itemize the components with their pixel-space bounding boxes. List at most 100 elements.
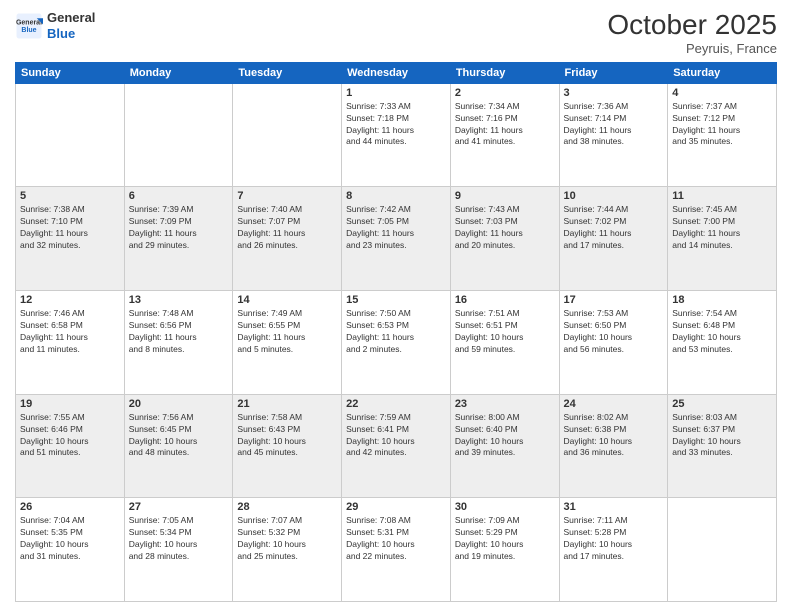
day-number: 29 (346, 501, 446, 513)
calendar-week-5: 26 Sunrise: 7:04 AM Sunset: 5:35 PM Dayli… (16, 498, 777, 602)
table-row: 27 Sunrise: 7:05 AM Sunset: 5:34 PM Dayli… (124, 498, 233, 602)
day-content: Sunrise: 7:04 AM Sunset: 5:35 PM Dayligh… (20, 515, 120, 563)
table-row: 7 Sunrise: 7:40 AM Sunset: 7:07 PM Daylig… (233, 187, 342, 291)
day-content: Sunrise: 7:43 AM Sunset: 7:03 PM Dayligh… (455, 204, 555, 252)
day-content: Sunrise: 7:09 AM Sunset: 5:29 PM Dayligh… (455, 515, 555, 563)
table-row: 8Sunrise: 7:42 AM Sunset: 7:05 PM Daylig… (342, 187, 451, 291)
page: General Blue General Blue October 2025 P… (0, 0, 792, 612)
day-content: Sunrise: 7:33 AM Sunset: 7:18 PM Dayligh… (346, 101, 446, 149)
calendar-header-row: Sunday Monday Tuesday Wednesday Thursday… (16, 62, 777, 83)
day-content: Sunrise: 7:44 AM Sunset: 7:02 PM Dayligh… (564, 204, 664, 252)
table-row: 9 Sunrise: 7:43 AM Sunset: 7:03 PM Daylig… (450, 187, 559, 291)
logo-line1: General (47, 10, 95, 26)
day-number: 28 (237, 501, 337, 513)
day-number: 14 (237, 294, 337, 306)
table-row: 11 Sunrise: 7:45 AM Sunset: 7:00 PM Dayli… (668, 187, 777, 291)
day-content: Sunrise: 7:05 AM Sunset: 5:34 PM Dayligh… (129, 515, 229, 563)
table-row (233, 83, 342, 187)
col-wednesday: Wednesday (342, 62, 451, 83)
table-row: 22 Sunrise: 7:59 AM Sunset: 6:41 PM Dayli… (342, 394, 451, 498)
day-number: 10 (564, 190, 664, 202)
table-row (124, 83, 233, 187)
col-monday: Monday (124, 62, 233, 83)
day-number: 30 (455, 501, 555, 513)
day-content: Sunrise: 7:58 AM Sunset: 6:43 PM Dayligh… (237, 412, 337, 460)
day-content: Sunrise: 7:53 AM Sunset: 6:50 PM Dayligh… (564, 308, 664, 356)
day-number: 27 (129, 501, 229, 513)
table-row: 14 Sunrise: 7:49 AM Sunset: 6:55 PM Dayli… (233, 291, 342, 395)
day-content: Sunrise: 7:11 AM Sunset: 5:28 PM Dayligh… (564, 515, 664, 563)
day-content: Sunrise: 8:03 AM Sunset: 6:37 PM Dayligh… (672, 412, 772, 460)
day-number: 23 (455, 398, 555, 410)
logo-text: General Blue (47, 10, 95, 41)
location: Peyruis, France (607, 41, 777, 56)
calendar-week-1: 1 Sunrise: 7:33 AM Sunset: 7:18 PM Daylig… (16, 83, 777, 187)
day-number: 15 (346, 294, 446, 306)
day-content: Sunrise: 7:39 AM Sunset: 7:09 PM Dayligh… (129, 204, 229, 252)
col-thursday: Thursday (450, 62, 559, 83)
calendar-week-4: 19 Sunrise: 7:55 AM Sunset: 6:46 PM Dayli… (16, 394, 777, 498)
day-content: Sunrise: 7:55 AM Sunset: 6:46 PM Dayligh… (20, 412, 120, 460)
day-number: 5 (20, 190, 120, 202)
day-content: Sunrise: 7:45 AM Sunset: 7:00 PM Dayligh… (672, 204, 772, 252)
table-row: 6Sunrise: 7:39 AM Sunset: 7:09 PM Daylig… (124, 187, 233, 291)
table-row: 10 Sunrise: 7:44 AM Sunset: 7:02 PM Dayli… (559, 187, 668, 291)
day-content: Sunrise: 7:42 AM Sunset: 7:05 PM Dayligh… (346, 204, 446, 252)
col-friday: Friday (559, 62, 668, 83)
table-row: 4 Sunrise: 7:37 AM Sunset: 7:12 PM Daylig… (668, 83, 777, 187)
day-number: 12 (20, 294, 120, 306)
table-row: 1 Sunrise: 7:33 AM Sunset: 7:18 PM Daylig… (342, 83, 451, 187)
logo-icon: General Blue (15, 12, 43, 40)
day-content: Sunrise: 7:51 AM Sunset: 6:51 PM Dayligh… (455, 308, 555, 356)
day-content: Sunrise: 7:56 AM Sunset: 6:45 PM Dayligh… (129, 412, 229, 460)
table-row: 28Sunrise: 7:07 AM Sunset: 5:32 PM Dayli… (233, 498, 342, 602)
table-row: 19 Sunrise: 7:55 AM Sunset: 6:46 PM Dayli… (16, 394, 125, 498)
calendar-week-2: 5 Sunrise: 7:38 AM Sunset: 7:10 PM Daylig… (16, 187, 777, 291)
day-number: 3 (564, 87, 664, 99)
day-number: 2 (455, 87, 555, 99)
day-content: Sunrise: 7:40 AM Sunset: 7:07 PM Dayligh… (237, 204, 337, 252)
day-number: 4 (672, 87, 772, 99)
title-block: October 2025 Peyruis, France (607, 10, 777, 56)
day-number: 1 (346, 87, 446, 99)
day-number: 11 (672, 190, 772, 202)
day-content: Sunrise: 7:36 AM Sunset: 7:14 PM Dayligh… (564, 101, 664, 149)
table-row: 5 Sunrise: 7:38 AM Sunset: 7:10 PM Daylig… (16, 187, 125, 291)
svg-text:Blue: Blue (21, 27, 36, 34)
table-row: 12Sunrise: 7:46 AM Sunset: 6:58 PM Dayli… (16, 291, 125, 395)
table-row (668, 498, 777, 602)
day-content: Sunrise: 7:37 AM Sunset: 7:12 PM Dayligh… (672, 101, 772, 149)
day-number: 13 (129, 294, 229, 306)
table-row: 13 Sunrise: 7:48 AM Sunset: 6:56 PM Dayli… (124, 291, 233, 395)
svg-text:General: General (16, 19, 42, 26)
day-number: 18 (672, 294, 772, 306)
day-number: 19 (20, 398, 120, 410)
day-content: Sunrise: 8:00 AM Sunset: 6:40 PM Dayligh… (455, 412, 555, 460)
table-row: 21Sunrise: 7:58 AM Sunset: 6:43 PM Dayli… (233, 394, 342, 498)
day-number: 20 (129, 398, 229, 410)
table-row: 17Sunrise: 7:53 AM Sunset: 6:50 PM Dayli… (559, 291, 668, 395)
day-content: Sunrise: 7:38 AM Sunset: 7:10 PM Dayligh… (20, 204, 120, 252)
table-row: 20 Sunrise: 7:56 AM Sunset: 6:45 PM Dayli… (124, 394, 233, 498)
day-content: Sunrise: 7:59 AM Sunset: 6:41 PM Dayligh… (346, 412, 446, 460)
col-saturday: Saturday (668, 62, 777, 83)
table-row: 24Sunrise: 8:02 AM Sunset: 6:38 PM Dayli… (559, 394, 668, 498)
day-number: 26 (20, 501, 120, 513)
table-row: 2 Sunrise: 7:34 AM Sunset: 7:16 PM Daylig… (450, 83, 559, 187)
calendar-table: Sunday Monday Tuesday Wednesday Thursday… (15, 62, 777, 602)
header: General Blue General Blue October 2025 P… (15, 10, 777, 56)
table-row: 18Sunrise: 7:54 AM Sunset: 6:48 PM Dayli… (668, 291, 777, 395)
table-row: 31 Sunrise: 7:11 AM Sunset: 5:28 PM Dayli… (559, 498, 668, 602)
day-number: 31 (564, 501, 664, 513)
day-content: Sunrise: 7:34 AM Sunset: 7:16 PM Dayligh… (455, 101, 555, 149)
table-row: 26 Sunrise: 7:04 AM Sunset: 5:35 PM Dayli… (16, 498, 125, 602)
day-number: 7 (237, 190, 337, 202)
day-number: 22 (346, 398, 446, 410)
month-title: October 2025 (607, 10, 777, 41)
day-content: Sunrise: 7:48 AM Sunset: 6:56 PM Dayligh… (129, 308, 229, 356)
table-row: 30 Sunrise: 7:09 AM Sunset: 5:29 PM Dayli… (450, 498, 559, 602)
day-number: 25 (672, 398, 772, 410)
day-content: Sunrise: 7:49 AM Sunset: 6:55 PM Dayligh… (237, 308, 337, 356)
day-number: 9 (455, 190, 555, 202)
table-row: 25 Sunrise: 8:03 AM Sunset: 6:37 PM Dayli… (668, 394, 777, 498)
